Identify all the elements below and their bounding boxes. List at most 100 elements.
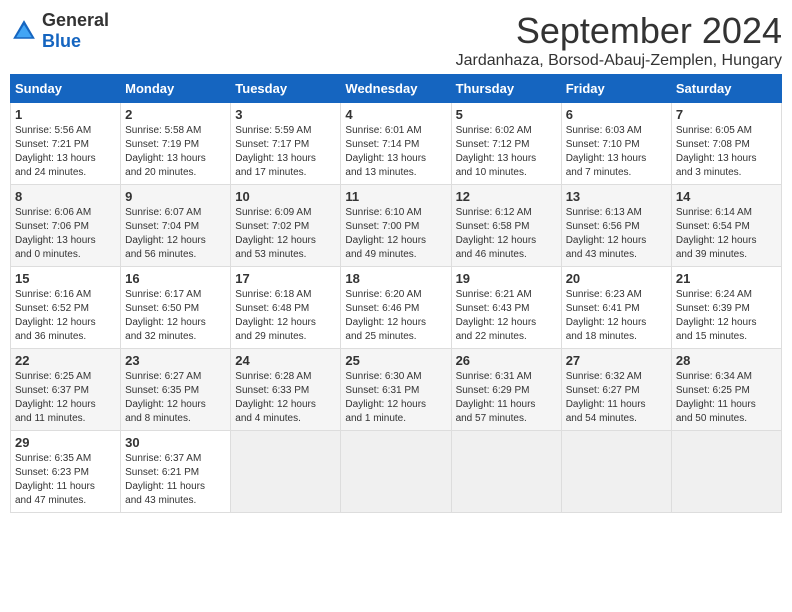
- day-number: 9: [125, 189, 226, 204]
- week-row-4: 22 Sunrise: 6:25 AM Sunset: 6:37 PM Dayli…: [11, 349, 782, 431]
- day-number: 14: [676, 189, 777, 204]
- day-number: 23: [125, 353, 226, 368]
- day-number: 27: [566, 353, 667, 368]
- logo-general: General: [42, 10, 109, 30]
- location-subtitle: Jardanhaza, Borsod-Abauj-Zemplen, Hungar…: [456, 52, 782, 70]
- day-info: Sunrise: 6:09 AM Sunset: 7:02 PM Dayligh…: [235, 206, 336, 262]
- day-info: Sunrise: 6:32 AM Sunset: 6:27 PM Dayligh…: [566, 370, 667, 426]
- day-info: Sunrise: 5:56 AM Sunset: 7:21 PM Dayligh…: [15, 124, 116, 180]
- day-cell-10: 10 Sunrise: 6:09 AM Sunset: 7:02 PM Dayli…: [231, 185, 341, 267]
- day-info: Sunrise: 6:37 AM Sunset: 6:21 PM Dayligh…: [125, 452, 226, 508]
- day-cell-34: [561, 431, 671, 513]
- days-header-row: Sunday Monday Tuesday Wednesday Thursday…: [11, 75, 782, 103]
- day-cell-2: 2 Sunrise: 5:58 AM Sunset: 7:19 PM Daylig…: [121, 103, 231, 185]
- day-cell-21: 21Sunrise: 6:24 AM Sunset: 6:39 PM Dayli…: [671, 267, 781, 349]
- day-info: Sunrise: 6:27 AM Sunset: 6:35 PM Dayligh…: [125, 370, 226, 426]
- day-info: Sunrise: 6:30 AM Sunset: 6:31 PM Dayligh…: [345, 370, 446, 426]
- day-number: 30: [125, 435, 226, 450]
- day-cell-9: 9 Sunrise: 6:07 AM Sunset: 7:04 PM Daylig…: [121, 185, 231, 267]
- logo: General Blue: [10, 10, 109, 52]
- day-number: 29: [15, 435, 116, 450]
- day-cell-26: 26Sunrise: 6:31 AM Sunset: 6:29 PM Dayli…: [451, 349, 561, 431]
- day-info: Sunrise: 5:58 AM Sunset: 7:19 PM Dayligh…: [125, 124, 226, 180]
- day-info: Sunrise: 6:16 AM Sunset: 6:52 PM Dayligh…: [15, 288, 116, 344]
- day-cell-30: 30 Sunrise: 6:37 AM Sunset: 6:21 PM Dayli…: [121, 431, 231, 513]
- logo-blue: Blue: [42, 31, 81, 51]
- day-number: 5: [456, 107, 557, 122]
- day-number: 19: [456, 271, 557, 286]
- day-info: Sunrise: 6:06 AM Sunset: 7:06 PM Dayligh…: [15, 206, 116, 262]
- header-tuesday: Tuesday: [231, 75, 341, 103]
- day-cell-12: 12 Sunrise: 6:12 AM Sunset: 6:58 PM Dayli…: [451, 185, 561, 267]
- header-sunday: Sunday: [11, 75, 121, 103]
- day-cell-7: 7 Sunrise: 6:05 AM Sunset: 7:08 PM Daylig…: [671, 103, 781, 185]
- day-cell-14: 14Sunrise: 6:14 AM Sunset: 6:54 PM Dayli…: [671, 185, 781, 267]
- day-number: 22: [15, 353, 116, 368]
- day-number: 18: [345, 271, 446, 286]
- calendar-table: Sunday Monday Tuesday Wednesday Thursday…: [10, 74, 782, 513]
- day-number: 10: [235, 189, 336, 204]
- day-info: Sunrise: 6:35 AM Sunset: 6:23 PM Dayligh…: [15, 452, 116, 508]
- header-wednesday: Wednesday: [341, 75, 451, 103]
- day-number: 28: [676, 353, 777, 368]
- month-year-title: September 2024: [456, 10, 782, 52]
- day-info: Sunrise: 6:01 AM Sunset: 7:14 PM Dayligh…: [345, 124, 446, 180]
- day-cell-11: 11 Sunrise: 6:10 AM Sunset: 7:00 PM Dayli…: [341, 185, 451, 267]
- day-number: 7: [676, 107, 777, 122]
- day-info: Sunrise: 6:10 AM Sunset: 7:00 PM Dayligh…: [345, 206, 446, 262]
- day-cell-8: 8 Sunrise: 6:06 AM Sunset: 7:06 PM Daylig…: [11, 185, 121, 267]
- day-cell-1: 1 Sunrise: 5:56 AM Sunset: 7:21 PM Daylig…: [11, 103, 121, 185]
- day-info: Sunrise: 6:12 AM Sunset: 6:58 PM Dayligh…: [456, 206, 557, 262]
- day-cell-13: 13Sunrise: 6:13 AM Sunset: 6:56 PM Dayli…: [561, 185, 671, 267]
- day-info: Sunrise: 6:25 AM Sunset: 6:37 PM Dayligh…: [15, 370, 116, 426]
- day-cell-23: 23 Sunrise: 6:27 AM Sunset: 6:35 PM Dayli…: [121, 349, 231, 431]
- header-saturday: Saturday: [671, 75, 781, 103]
- day-info: Sunrise: 6:34 AM Sunset: 6:25 PM Dayligh…: [676, 370, 777, 426]
- day-info: Sunrise: 6:24 AM Sunset: 6:39 PM Dayligh…: [676, 288, 777, 344]
- day-cell-28: 28 Sunrise: 6:34 AM Sunset: 6:25 PM Dayli…: [671, 349, 781, 431]
- day-info: Sunrise: 5:59 AM Sunset: 7:17 PM Dayligh…: [235, 124, 336, 180]
- day-cell-27: 27 Sunrise: 6:32 AM Sunset: 6:27 PM Dayli…: [561, 349, 671, 431]
- day-info: Sunrise: 6:07 AM Sunset: 7:04 PM Dayligh…: [125, 206, 226, 262]
- day-cell-20: 20Sunrise: 6:23 AM Sunset: 6:41 PM Dayli…: [561, 267, 671, 349]
- header-monday: Monday: [121, 75, 231, 103]
- day-cell-32: [341, 431, 451, 513]
- week-row-3: 15 Sunrise: 6:16 AM Sunset: 6:52 PM Dayli…: [11, 267, 782, 349]
- title-area: September 2024 Jardanhaza, Borsod-Abauj-…: [456, 10, 782, 70]
- day-number: 8: [15, 189, 116, 204]
- day-cell-16: 16Sunrise: 6:17 AM Sunset: 6:50 PM Dayli…: [121, 267, 231, 349]
- day-cell-25: 25 Sunrise: 6:30 AM Sunset: 6:31 PM Dayli…: [341, 349, 451, 431]
- day-info: Sunrise: 6:31 AM Sunset: 6:29 PM Dayligh…: [456, 370, 557, 426]
- week-row-5: 29 Sunrise: 6:35 AM Sunset: 6:23 PM Dayli…: [11, 431, 782, 513]
- day-number: 6: [566, 107, 667, 122]
- day-cell-15: 15 Sunrise: 6:16 AM Sunset: 6:52 PM Dayli…: [11, 267, 121, 349]
- day-cell-6: 6Sunrise: 6:03 AM Sunset: 7:10 PM Daylig…: [561, 103, 671, 185]
- day-number: 15: [15, 271, 116, 286]
- day-cell-3: 3 Sunrise: 5:59 AM Sunset: 7:17 PM Daylig…: [231, 103, 341, 185]
- day-cell-19: 19Sunrise: 6:21 AM Sunset: 6:43 PM Dayli…: [451, 267, 561, 349]
- header-thursday: Thursday: [451, 75, 561, 103]
- day-info: Sunrise: 6:17 AM Sunset: 6:50 PM Dayligh…: [125, 288, 226, 344]
- day-info: Sunrise: 6:18 AM Sunset: 6:48 PM Dayligh…: [235, 288, 336, 344]
- week-row-2: 8 Sunrise: 6:06 AM Sunset: 7:06 PM Daylig…: [11, 185, 782, 267]
- day-number: 24: [235, 353, 336, 368]
- day-number: 11: [345, 189, 446, 204]
- day-cell-5: 5Sunrise: 6:02 AM Sunset: 7:12 PM Daylig…: [451, 103, 561, 185]
- day-number: 1: [15, 107, 116, 122]
- day-info: Sunrise: 6:13 AM Sunset: 6:56 PM Dayligh…: [566, 206, 667, 262]
- header-friday: Friday: [561, 75, 671, 103]
- week-row-1: 1 Sunrise: 5:56 AM Sunset: 7:21 PM Daylig…: [11, 103, 782, 185]
- day-cell-22: 22 Sunrise: 6:25 AM Sunset: 6:37 PM Dayli…: [11, 349, 121, 431]
- day-cell-4: 4Sunrise: 6:01 AM Sunset: 7:14 PM Daylig…: [341, 103, 451, 185]
- day-info: Sunrise: 6:05 AM Sunset: 7:08 PM Dayligh…: [676, 124, 777, 180]
- day-number: 2: [125, 107, 226, 122]
- day-cell-33: [451, 431, 561, 513]
- day-info: Sunrise: 6:20 AM Sunset: 6:46 PM Dayligh…: [345, 288, 446, 344]
- day-number: 12: [456, 189, 557, 204]
- day-cell-29: 29 Sunrise: 6:35 AM Sunset: 6:23 PM Dayli…: [11, 431, 121, 513]
- logo-text: General Blue: [42, 10, 109, 52]
- day-number: 3: [235, 107, 336, 122]
- day-cell-35: [671, 431, 781, 513]
- day-number: 25: [345, 353, 446, 368]
- day-cell-17: 17Sunrise: 6:18 AM Sunset: 6:48 PM Dayli…: [231, 267, 341, 349]
